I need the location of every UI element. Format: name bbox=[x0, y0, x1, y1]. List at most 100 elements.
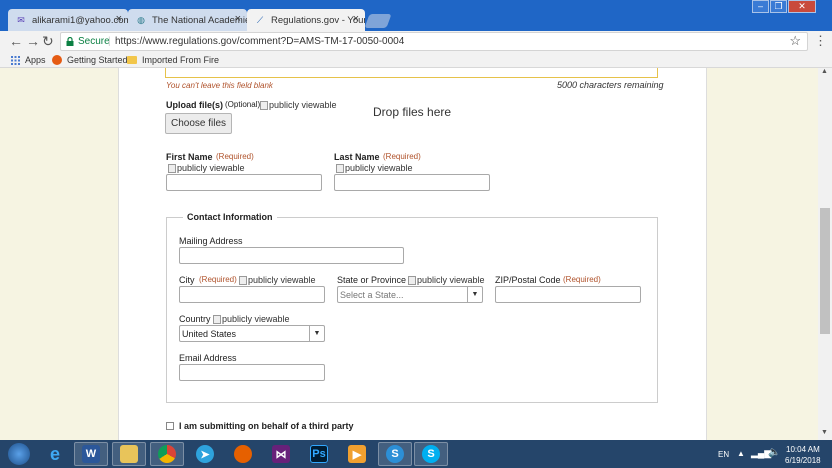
page-background: You can't leave this field blank 5000 ch… bbox=[0, 68, 818, 440]
taskbar-chrome[interactable] bbox=[150, 442, 184, 466]
internet-explorer-icon: e bbox=[49, 443, 60, 464]
first-name-required: (Required) bbox=[216, 152, 254, 161]
address-bar[interactable]: Secure | https://www.regulations.gov/com… bbox=[60, 32, 808, 51]
scrollbar-thumb[interactable] bbox=[820, 208, 830, 334]
windows-taskbar: e W ➤ ⋈ Ps ▶ S S EN ▲ ▂▄▆ 🔈 10:04 AM 6/1… bbox=[0, 440, 832, 468]
photoshop-icon: Ps bbox=[310, 445, 328, 463]
publicly-viewable-image: publicly viewable bbox=[213, 314, 290, 324]
third-party-checkbox[interactable] bbox=[166, 422, 174, 430]
folder-icon bbox=[120, 445, 138, 463]
reload-icon[interactable]: ↻ bbox=[42, 33, 54, 50]
language-indicator[interactable]: EN bbox=[718, 450, 729, 459]
last-name-input[interactable] bbox=[334, 174, 490, 191]
publicly-viewable-image: publicly viewable bbox=[336, 163, 413, 173]
mailing-address-input[interactable] bbox=[179, 247, 404, 264]
minimize-button[interactable]: – bbox=[752, 0, 769, 13]
zip-required: (Required) bbox=[563, 275, 601, 284]
bookmark-apps[interactable]: Apps bbox=[11, 55, 46, 65]
visual-studio-icon: ⋈ bbox=[272, 445, 290, 463]
menu-icon[interactable]: ⋮ bbox=[814, 33, 827, 49]
chrome-icon bbox=[158, 445, 176, 463]
close-icon[interactable]: × bbox=[235, 13, 241, 25]
drop-files-zone[interactable]: Drop files here bbox=[373, 105, 451, 119]
lock-icon bbox=[66, 37, 74, 46]
firefox-icon bbox=[52, 55, 62, 65]
choose-files-button[interactable]: Choose files bbox=[165, 113, 232, 134]
folder-icon bbox=[127, 56, 137, 64]
taskbar-app-s1[interactable]: S bbox=[378, 442, 412, 466]
taskbar-skype[interactable]: S bbox=[414, 442, 448, 466]
clock-date[interactable]: 6/19/2018 bbox=[785, 456, 821, 465]
firefox-icon bbox=[234, 445, 252, 463]
taskbar-word[interactable]: W bbox=[74, 442, 108, 466]
country-label: Country bbox=[179, 314, 211, 324]
tab-regulations[interactable]: ⟋ Regulations.gov - Your C × bbox=[247, 9, 365, 31]
broken-image-icon bbox=[336, 163, 344, 173]
back-icon[interactable]: ← bbox=[9, 33, 23, 50]
city-label: City bbox=[179, 275, 195, 285]
skype-icon: S bbox=[422, 445, 440, 463]
bookmark-getting-started[interactable]: Getting Started bbox=[52, 55, 128, 65]
word-icon: W bbox=[82, 445, 100, 463]
upload-label: Upload file(s) bbox=[166, 100, 224, 110]
chart-icon: ⟋ bbox=[256, 14, 264, 25]
taskbar-media-player[interactable]: ▶ bbox=[340, 442, 374, 466]
tray-expand-icon[interactable]: ▲ bbox=[737, 449, 745, 458]
publicly-viewable-image: publicly viewable bbox=[260, 100, 337, 110]
last-name-required: (Required) bbox=[383, 152, 421, 161]
third-party-label: I am submitting on behalf of a third par… bbox=[179, 421, 354, 431]
close-icon[interactable]: × bbox=[116, 13, 122, 25]
zip-input[interactable] bbox=[495, 286, 641, 303]
media-player-icon: ▶ bbox=[348, 445, 366, 463]
globe-icon: ◍ bbox=[137, 14, 145, 25]
tab-national-academies[interactable]: ◍ The National Academies × bbox=[128, 9, 247, 31]
zip-label: ZIP/Postal Code bbox=[495, 275, 561, 285]
email-label: Email Address bbox=[179, 353, 237, 363]
email-input[interactable] bbox=[179, 364, 325, 381]
mail-icon: ✉ bbox=[17, 14, 25, 25]
page-scrollbar[interactable]: ▲ ▼ bbox=[818, 68, 832, 440]
contact-info-legend: Contact Information bbox=[183, 212, 277, 222]
first-name-input[interactable] bbox=[166, 174, 322, 191]
comment-textarea[interactable] bbox=[165, 68, 658, 78]
close-window-button[interactable]: ✕ bbox=[788, 0, 816, 13]
browser-tab-bar: ✉ alikarami1@yahoo.com - × ◍ The Nationa… bbox=[0, 0, 832, 31]
city-input[interactable] bbox=[179, 286, 325, 303]
new-tab-button[interactable] bbox=[364, 14, 392, 28]
secure-label: Secure bbox=[78, 36, 110, 47]
last-name-label: Last Name bbox=[334, 152, 380, 162]
city-required: (Required) bbox=[199, 275, 237, 284]
country-select[interactable]: United States ▼ bbox=[179, 325, 325, 342]
volume-icon[interactable]: 🔈 bbox=[768, 447, 780, 458]
restore-button[interactable]: ❐ bbox=[770, 0, 787, 13]
bookmarks-bar: Apps Getting Started Imported From Fire bbox=[0, 52, 832, 68]
taskbar-firefox[interactable] bbox=[226, 442, 260, 466]
taskbar-ie[interactable]: e bbox=[38, 442, 72, 466]
start-button[interactable] bbox=[2, 442, 36, 466]
taskbar-telegram[interactable]: ➤ bbox=[188, 442, 222, 466]
bookmark-star-icon[interactable]: ☆ bbox=[789, 33, 801, 49]
taskbar-explorer[interactable] bbox=[112, 442, 146, 466]
taskbar-visual-studio[interactable]: ⋈ bbox=[264, 442, 298, 466]
app-icon: S bbox=[386, 445, 404, 463]
publicly-viewable-image: publicly viewable bbox=[408, 275, 485, 285]
clock-time[interactable]: 10:04 AM bbox=[786, 445, 820, 454]
taskbar-photoshop[interactable]: Ps bbox=[302, 442, 336, 466]
bookmark-imported-folder[interactable]: Imported From Fire bbox=[127, 55, 219, 65]
state-select[interactable]: Select a State... ▼ bbox=[337, 286, 483, 303]
tab-yahoo-mail[interactable]: ✉ alikarami1@yahoo.com - × bbox=[8, 9, 128, 31]
url-text[interactable]: https://www.regulations.gov/comment?D=AM… bbox=[115, 36, 404, 47]
apps-icon bbox=[11, 55, 20, 65]
browser-toolbar: ← → ↻ Secure | https://www.regulations.g… bbox=[0, 31, 832, 52]
broken-image-icon bbox=[168, 163, 176, 173]
scroll-up-icon[interactable]: ▲ bbox=[821, 68, 828, 75]
mailing-address-label: Mailing Address bbox=[179, 236, 243, 246]
chevron-down-icon: ▼ bbox=[467, 287, 482, 302]
publicly-viewable-image: publicly viewable bbox=[239, 275, 316, 285]
broken-image-icon bbox=[260, 100, 268, 110]
forward-icon[interactable]: → bbox=[26, 33, 40, 50]
scroll-down-icon[interactable]: ▼ bbox=[821, 429, 828, 436]
close-icon[interactable]: × bbox=[353, 13, 359, 25]
chars-remaining: 5000 characters remaining bbox=[557, 80, 664, 90]
broken-image-icon bbox=[239, 275, 247, 285]
